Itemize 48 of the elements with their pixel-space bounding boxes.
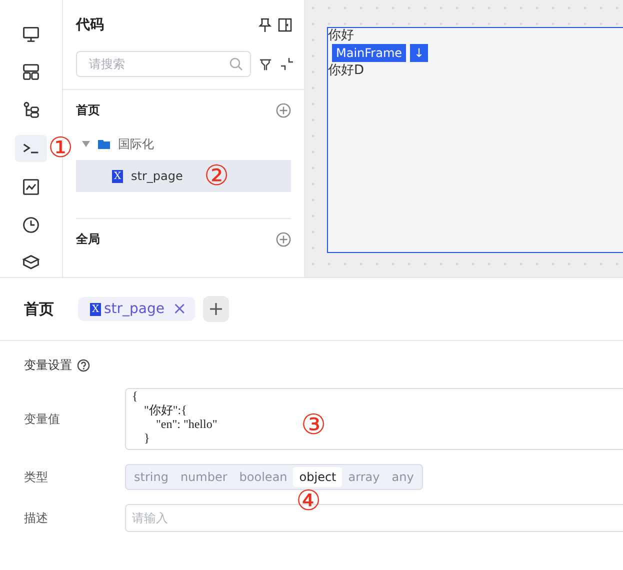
file-tab[interactable]: X str_page × <box>78 297 195 321</box>
plus-icon <box>208 302 223 316</box>
type-selector[interactable]: string number boolean object array any <box>125 464 423 490</box>
tree-item[interactable]: X str_page ② <box>76 160 291 192</box>
main-frame[interactable]: 你好 MainFrame ↓ 你好D <box>327 27 623 253</box>
frame-text: 你好 <box>328 28 354 43</box>
clock-icon <box>22 216 40 234</box>
frame-text: 你好D <box>328 63 364 78</box>
flow-icon <box>22 101 40 120</box>
search-icon <box>229 57 243 71</box>
code-line: "en": "hello" <box>155 417 218 431</box>
panel-title: 代码 <box>76 16 105 34</box>
code-line: "你好":{ <box>143 403 187 417</box>
annotation-number: ① <box>48 134 74 162</box>
add-tab-button[interactable] <box>202 296 229 322</box>
frame-label: MainFrame <box>332 44 406 62</box>
section-title: 首页 <box>76 102 100 118</box>
file-icon: X <box>90 302 101 316</box>
folder-icon <box>98 139 110 149</box>
file-icon: X <box>112 170 123 182</box>
code-line: { <box>132 389 138 403</box>
pin-icon[interactable] <box>258 18 272 32</box>
annotation-number: ③ <box>301 411 326 439</box>
collapse-icon[interactable] <box>280 57 294 71</box>
field-label: 变量值 <box>24 410 61 428</box>
annotation-number: ② <box>204 162 230 190</box>
field-label: 类型 <box>24 468 49 486</box>
code-editor[interactable]: { "你好":{ "en": "hello" } ③ <box>125 388 623 450</box>
chart-icon <box>22 178 40 196</box>
search-field[interactable]: 请搜索 <box>76 51 251 77</box>
design-canvas[interactable]: 你好 MainFrame ↓ 你好D <box>305 0 623 277</box>
filter-icon[interactable] <box>259 58 272 70</box>
page-title: 首页 <box>24 300 54 318</box>
help-icon[interactable] <box>77 359 90 372</box>
panel-toggle-icon[interactable] <box>278 18 292 32</box>
tree-item[interactable]: 国际化 <box>76 128 291 160</box>
monitor-icon <box>22 24 40 43</box>
field-label: 描述 <box>24 510 49 526</box>
type-option[interactable]: object <box>293 467 342 487</box>
add-icon[interactable] <box>276 232 291 246</box>
section-title: 全局 <box>76 230 100 248</box>
caret-icon[interactable] <box>82 141 90 147</box>
layout-icon <box>22 62 40 81</box>
close-icon[interactable]: × <box>172 299 187 319</box>
section-title: 变量设置 <box>24 357 72 374</box>
add-icon[interactable] <box>276 102 291 118</box>
code-line: } <box>143 431 150 445</box>
arrow-label[interactable]: ↓ <box>410 44 428 62</box>
